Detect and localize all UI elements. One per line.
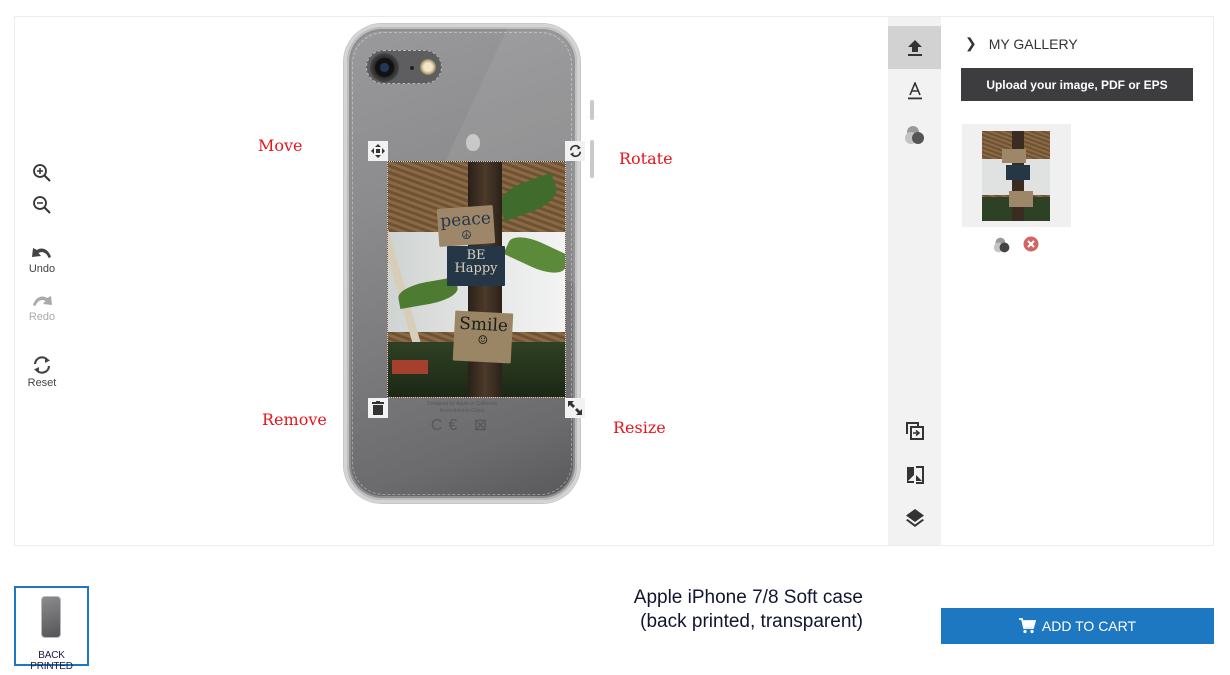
layers-tool-button[interactable] bbox=[888, 496, 941, 539]
gallery-thumbnail bbox=[982, 131, 1050, 221]
upload-icon bbox=[907, 39, 922, 56]
resize-icon bbox=[568, 401, 582, 415]
my-gallery-toggle[interactable]: ❯ MY GALLERY bbox=[965, 35, 1078, 52]
design-image[interactable]: peace ☮ BE Happy Smile ☺ bbox=[387, 161, 566, 398]
thumbnail-detail bbox=[1009, 191, 1033, 207]
remove-annotation: Remove bbox=[262, 410, 327, 429]
microphone-dot bbox=[410, 66, 414, 70]
smile-sign: Smile ☺ bbox=[452, 310, 514, 364]
zoom-in-icon bbox=[33, 164, 51, 182]
upload-image-button[interactable]: Upload your image, PDF or EPS bbox=[961, 68, 1193, 101]
gallery-item-actions bbox=[993, 236, 1039, 254]
resize-handle[interactable] bbox=[565, 398, 585, 418]
camera-cutout bbox=[366, 50, 442, 84]
reset-button[interactable]: Reset bbox=[22, 355, 62, 389]
reset-label: Reset bbox=[27, 377, 57, 389]
chevron-right-icon: ❯ bbox=[965, 35, 977, 51]
color-tool-button[interactable] bbox=[888, 113, 941, 156]
move-annotation: Move bbox=[258, 136, 303, 155]
happy-text: Happy bbox=[454, 261, 498, 276]
zoom-out-button[interactable] bbox=[22, 195, 62, 215]
reset-icon bbox=[33, 356, 51, 374]
camera-lens bbox=[370, 53, 399, 82]
resize-annotation: Resize bbox=[613, 418, 666, 437]
move-icon bbox=[371, 144, 385, 158]
peace-sign: peace ☮ bbox=[436, 205, 496, 247]
be-happy-sign: BE Happy bbox=[447, 246, 505, 286]
layers-icon bbox=[905, 508, 924, 527]
text-tool-button[interactable] bbox=[888, 69, 941, 112]
gallery-item-remove-button[interactable] bbox=[1023, 236, 1039, 254]
undo-icon bbox=[32, 248, 51, 258]
rotate-handle[interactable] bbox=[565, 141, 585, 161]
gallery-item-color-button[interactable] bbox=[993, 236, 1011, 254]
flip-icon bbox=[906, 465, 924, 484]
redo-button[interactable]: Redo bbox=[22, 293, 62, 323]
phone-thumbnail bbox=[41, 596, 61, 638]
duplicate-icon bbox=[905, 421, 924, 440]
image-detail bbox=[392, 360, 428, 374]
redo-label: Redo bbox=[28, 311, 56, 323]
product-title-line: (back printed, transparent) bbox=[640, 611, 863, 632]
remove-handle[interactable] bbox=[368, 398, 388, 418]
text-format-icon bbox=[907, 81, 922, 99]
cart-icon bbox=[1018, 618, 1036, 634]
certification-marks: C€ ⊠ bbox=[430, 417, 494, 434]
add-to-cart-button[interactable]: ADD TO CART bbox=[941, 608, 1214, 644]
zoom-in-button[interactable] bbox=[22, 163, 62, 183]
remove-circle-icon bbox=[1023, 236, 1039, 252]
duplicate-tool-button[interactable] bbox=[888, 409, 941, 452]
zoom-out-icon bbox=[33, 196, 51, 214]
image-leaves bbox=[494, 172, 562, 222]
move-handle[interactable] bbox=[368, 141, 388, 161]
trash-icon bbox=[372, 401, 384, 415]
undo-button[interactable]: Undo bbox=[22, 245, 62, 275]
phone-side-button bbox=[590, 140, 594, 178]
rotate-icon bbox=[569, 144, 581, 158]
product-title: Apple iPhone 7/8 Soft case (back printed… bbox=[560, 586, 863, 634]
rotate-annotation: Rotate bbox=[619, 149, 673, 168]
gallery-title: MY GALLERY bbox=[988, 35, 1078, 52]
tool-column bbox=[888, 17, 941, 545]
color-circles-icon bbox=[904, 125, 924, 144]
apple-logo-icon bbox=[466, 134, 480, 151]
view-back-printed[interactable]: BACK PRINTED bbox=[14, 586, 89, 672]
undo-label: Undo bbox=[28, 263, 56, 275]
product-title-line: Apple iPhone 7/8 Soft case bbox=[633, 587, 863, 608]
gallery-item[interactable] bbox=[962, 124, 1071, 227]
thumbnail-detail bbox=[1002, 149, 1026, 163]
color-circles-icon bbox=[993, 237, 1010, 253]
upload-tool-button[interactable] bbox=[888, 26, 941, 69]
thumbnail-detail bbox=[1006, 165, 1030, 180]
add-to-cart-label: ADD TO CART bbox=[1041, 618, 1137, 634]
redo-icon bbox=[33, 296, 52, 306]
camera-flash bbox=[420, 59, 436, 75]
phone-side-button bbox=[590, 100, 594, 120]
flip-tool-button[interactable] bbox=[888, 453, 941, 496]
view-label: BACK PRINTED bbox=[30, 650, 73, 672]
